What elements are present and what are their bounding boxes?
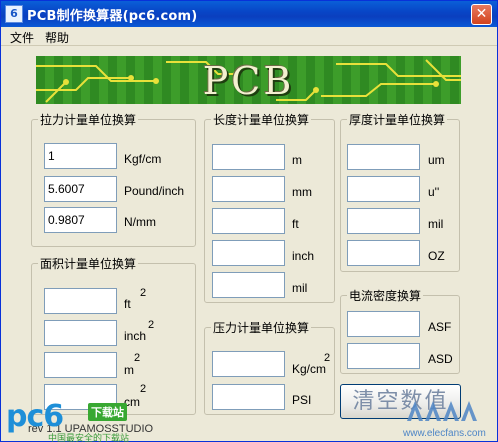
length-mil-unit: mil bbox=[292, 281, 308, 295]
pressure-kgcm2-exponent: 2 bbox=[324, 352, 331, 364]
area-inch2-input[interactable] bbox=[44, 320, 117, 346]
tension-newton-input[interactable]: 0.9807 bbox=[44, 207, 117, 233]
area-cm2-exponent: 2 bbox=[140, 383, 147, 395]
pressure-group-title: 压力计量单位换算 bbox=[213, 321, 310, 335]
area-ft2-unit: ft bbox=[124, 297, 131, 311]
tension-kgf-unit: Kgf/cm bbox=[124, 152, 162, 166]
tension-pound-unit: Pound/inch bbox=[124, 184, 185, 198]
length-ft-input[interactable] bbox=[212, 208, 285, 234]
length-m-unit: m bbox=[292, 153, 302, 167]
length-group-title: 长度计量单位换算 bbox=[213, 113, 310, 127]
pc6-badge: 下载站 bbox=[88, 403, 127, 421]
elecfans-url: www.elecfans.com bbox=[403, 428, 486, 439]
app-icon: 6 bbox=[5, 5, 23, 23]
tension-group-title: 拉力计量单位换算 bbox=[40, 113, 137, 127]
elecfans-watermark: www.elecfans.com bbox=[391, 397, 498, 442]
length-ft-unit: ft bbox=[292, 217, 299, 231]
thickness-microinch-unit: u'' bbox=[428, 185, 440, 199]
thickness-oz-unit: OZ bbox=[428, 249, 445, 263]
area-ft2-input[interactable] bbox=[44, 288, 117, 314]
length-m-input[interactable] bbox=[212, 144, 285, 170]
window-title: PCB制作换算器(pc6.com) bbox=[27, 9, 198, 24]
current-asf-unit: ASF bbox=[428, 320, 452, 334]
length-mm-input[interactable] bbox=[212, 176, 285, 202]
area-m2-unit: m bbox=[124, 363, 134, 377]
area-inch2-unit: inch bbox=[124, 329, 147, 343]
tension-newton-unit: N/mm bbox=[124, 215, 156, 229]
area-group-title: 面积计量单位换算 bbox=[40, 257, 137, 271]
area-inch2-exponent: 2 bbox=[148, 319, 155, 331]
pcb-banner: PCB bbox=[36, 56, 461, 104]
length-inch-unit: inch bbox=[292, 249, 315, 263]
thickness-mil-input[interactable] bbox=[347, 208, 420, 234]
length-mil-input[interactable] bbox=[212, 272, 285, 298]
area-ft2-exponent: 2 bbox=[140, 287, 147, 299]
pc6-watermark: pc6 下载站 中国最安全的下载站 bbox=[4, 399, 144, 442]
thickness-um-unit: um bbox=[428, 153, 445, 167]
thickness-oz-input[interactable] bbox=[347, 240, 420, 266]
pressure-psi-input[interactable] bbox=[212, 384, 285, 410]
current-density-group-title: 电流密度换算 bbox=[349, 289, 422, 303]
app-window: 6 PCB制作换算器(pc6.com) ✕ 文件 帮助 PCB 拉力计量单位换算… bbox=[0, 0, 498, 442]
current-asd-input[interactable] bbox=[347, 343, 420, 369]
thickness-mil-unit: mil bbox=[428, 217, 444, 231]
thickness-microinch-input[interactable] bbox=[347, 176, 420, 202]
close-button[interactable]: ✕ bbox=[471, 4, 492, 25]
title-bar[interactable]: 6 PCB制作换算器(pc6.com) ✕ bbox=[1, 1, 497, 27]
current-asf-input[interactable] bbox=[347, 311, 420, 337]
current-asd-unit: ASD bbox=[428, 352, 453, 366]
pressure-kgcm2-unit: Kg/cm bbox=[292, 362, 327, 376]
length-mm-unit: mm bbox=[292, 185, 312, 199]
banner-title: PCB bbox=[202, 59, 295, 103]
pc6-subtitle: 中国最安全的下载站 bbox=[48, 434, 130, 442]
menu-file[interactable]: 文件 bbox=[10, 29, 34, 46]
length-inch-input[interactable] bbox=[212, 240, 285, 266]
menu-help[interactable]: 帮助 bbox=[45, 29, 69, 46]
pressure-psi-unit: PSI bbox=[292, 393, 312, 407]
tension-kgf-input[interactable]: 1 bbox=[44, 143, 117, 169]
pressure-kgcm2-input[interactable] bbox=[212, 351, 285, 377]
area-m2-input[interactable] bbox=[44, 352, 117, 378]
thickness-um-input[interactable] bbox=[347, 144, 420, 170]
tension-pound-input[interactable]: 5.6007 bbox=[44, 176, 117, 202]
menu-bar: 文件 帮助 bbox=[1, 27, 497, 46]
elecfans-logo-icon bbox=[407, 401, 477, 421]
thickness-group-title: 厚度计量单位换算 bbox=[349, 113, 446, 127]
pc6-logo: pc6 bbox=[6, 399, 64, 434]
area-m2-exponent: 2 bbox=[134, 352, 141, 364]
